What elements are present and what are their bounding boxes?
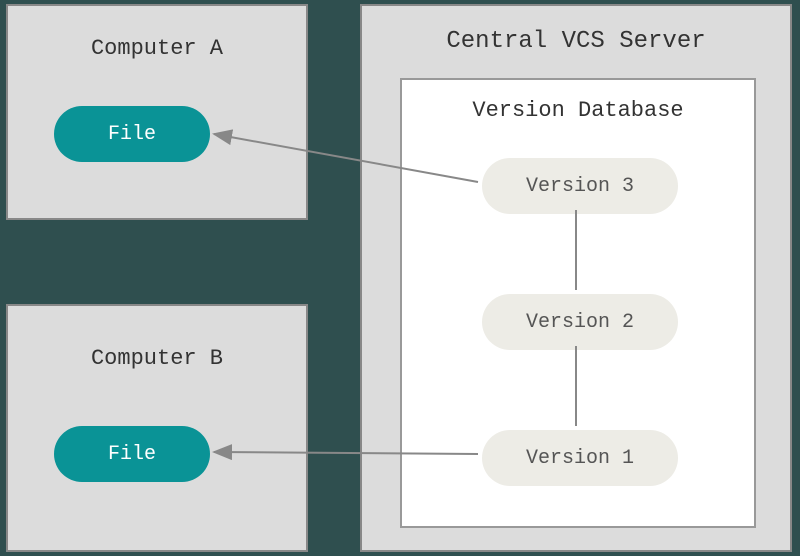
computer-a-file-label: File	[108, 123, 156, 146]
version-database-box: Version Database Version 3 Version 2 Ver…	[400, 78, 756, 528]
version-2-label: Version 2	[526, 311, 634, 334]
version-3-label: Version 3	[526, 175, 634, 198]
version-1-pill: Version 1	[482, 430, 678, 486]
computer-b-file-pill: File	[54, 426, 210, 482]
version-3-pill: Version 3	[482, 158, 678, 214]
computer-a-box: Computer A File	[6, 4, 308, 220]
computer-a-title: Computer A	[8, 36, 306, 61]
server-box: Central VCS Server Version Database Vers…	[360, 4, 792, 552]
version-2-pill: Version 2	[482, 294, 678, 350]
server-title: Central VCS Server	[362, 28, 790, 55]
version-database-title: Version Database	[402, 98, 754, 123]
computer-a-file-pill: File	[54, 106, 210, 162]
version-1-label: Version 1	[526, 447, 634, 470]
computer-b-box: Computer B File	[6, 304, 308, 552]
computer-b-title: Computer B	[8, 346, 306, 371]
computer-b-file-label: File	[108, 443, 156, 466]
